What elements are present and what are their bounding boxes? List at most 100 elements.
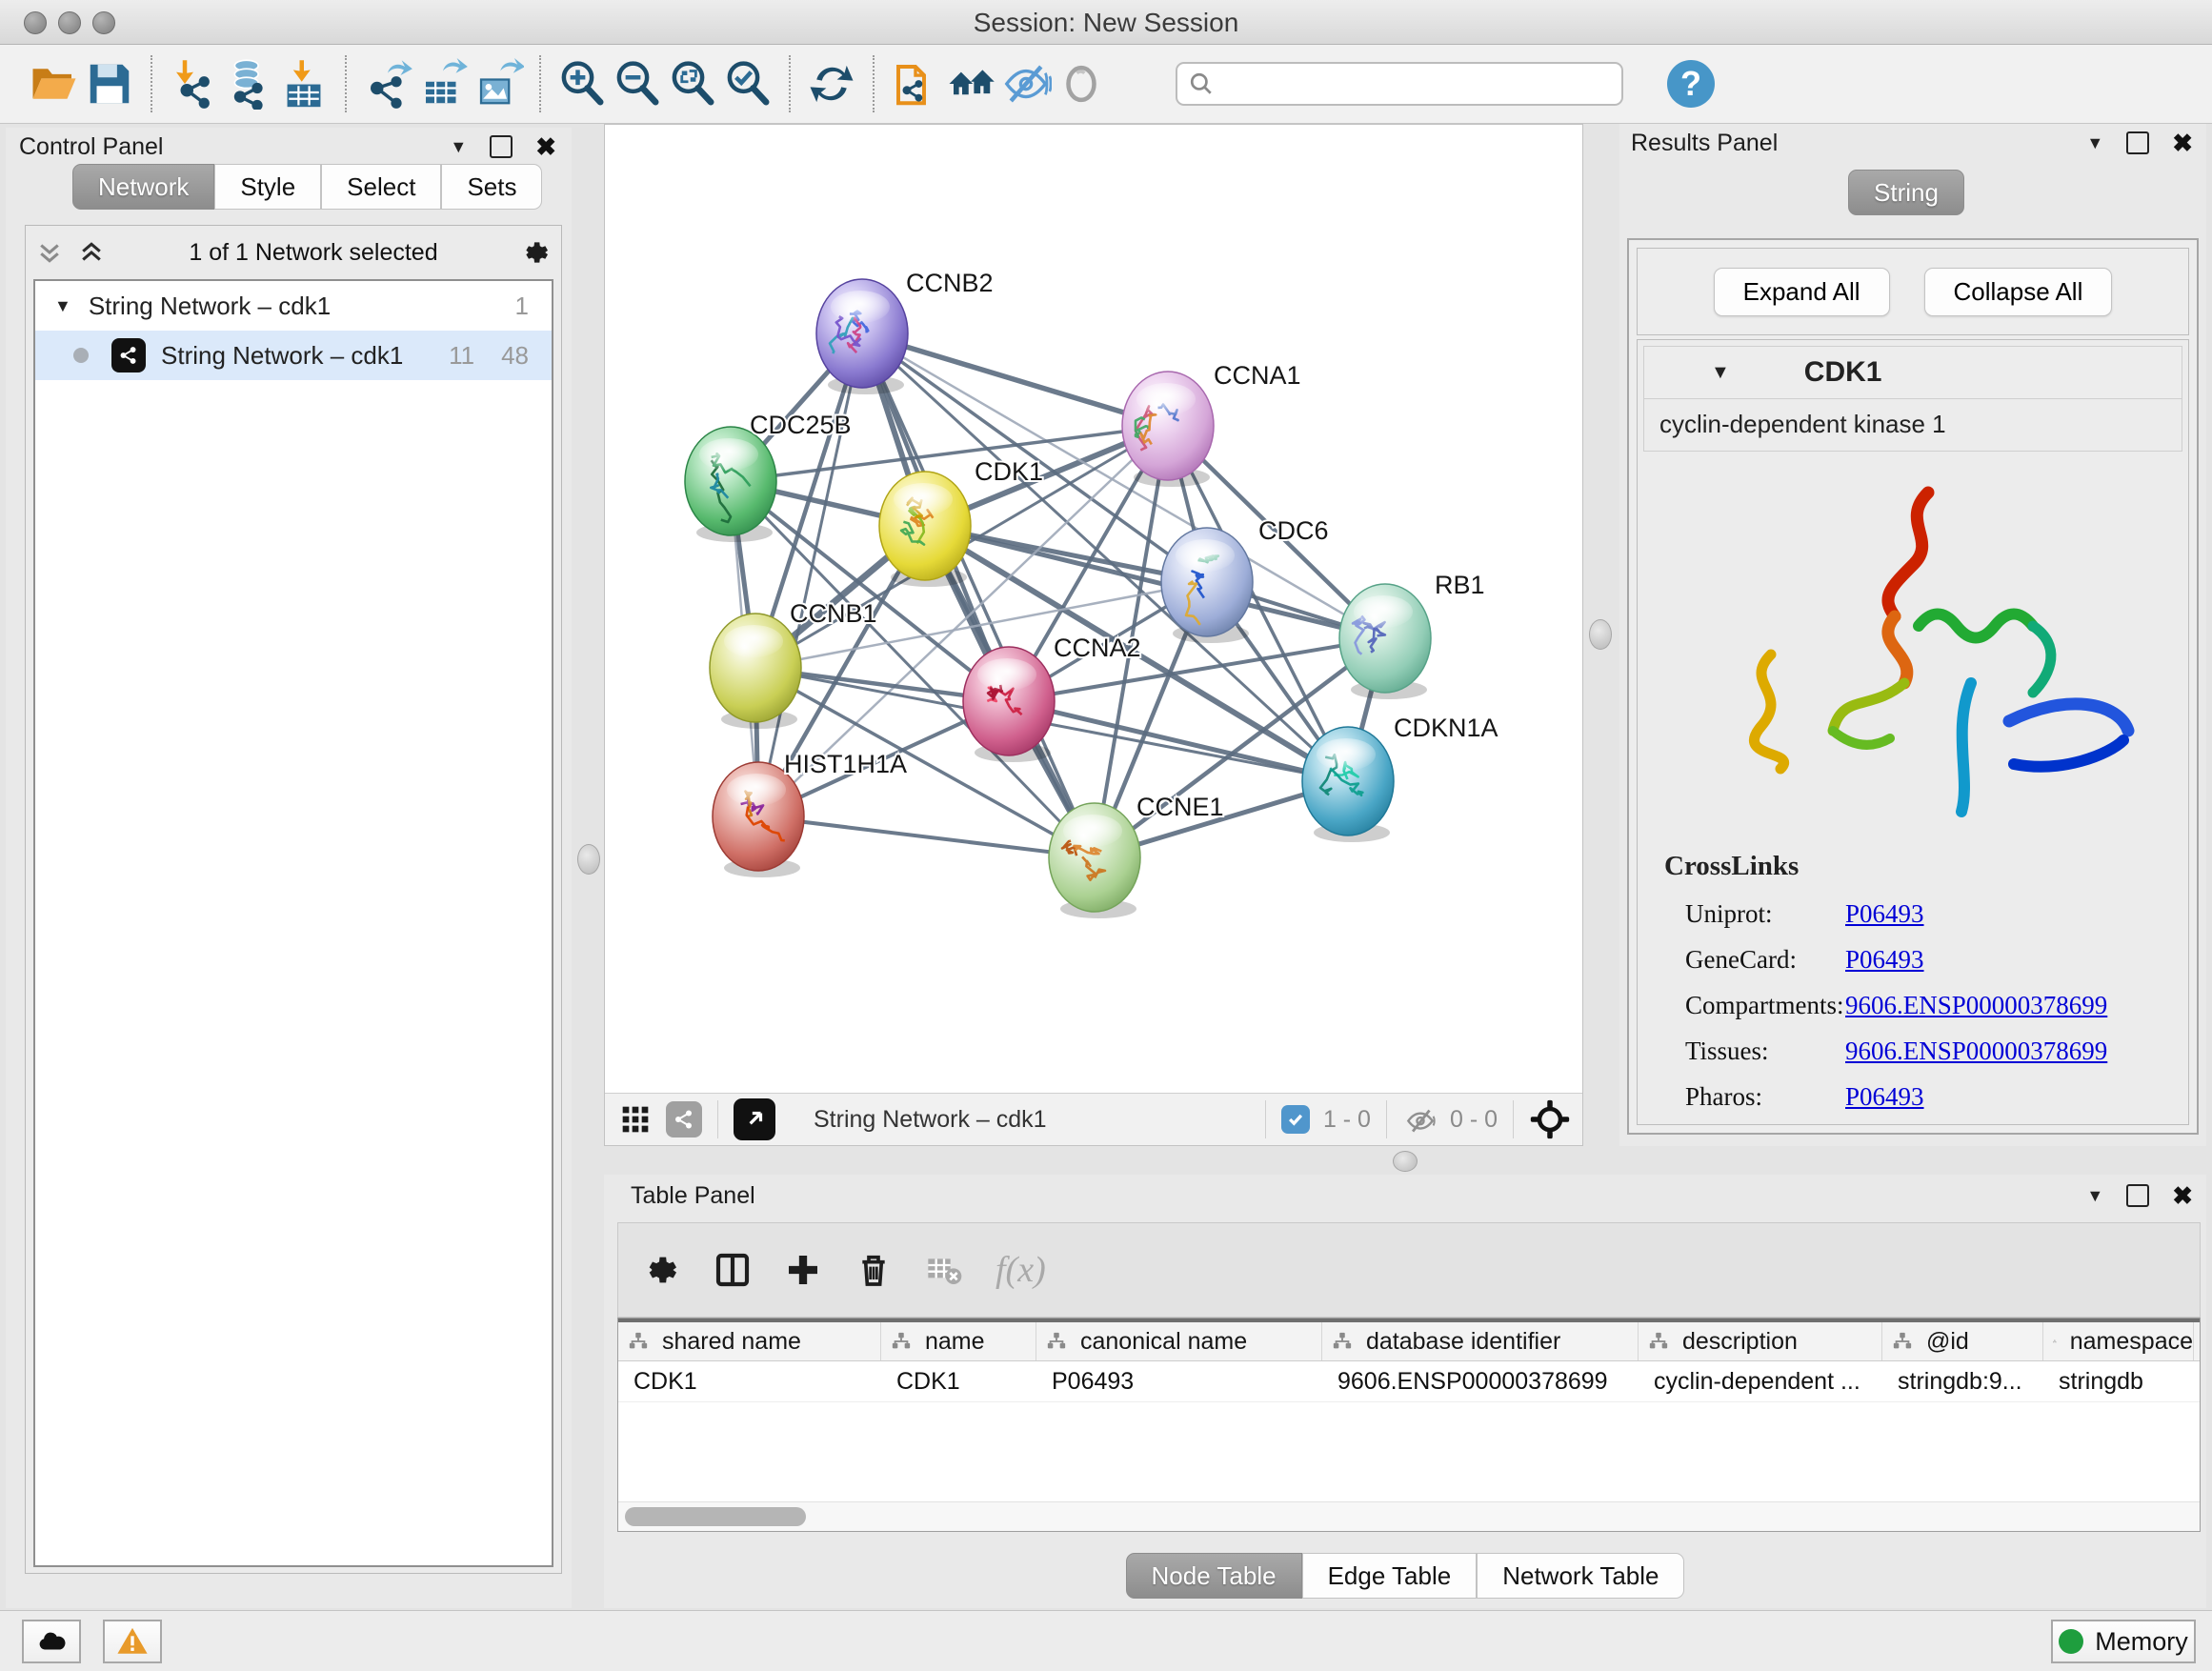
expand-all-icon[interactable] bbox=[77, 238, 106, 267]
grid-view-icon[interactable] bbox=[620, 1104, 651, 1135]
crosslink-pharos-link[interactable]: P06493 bbox=[1845, 1082, 1924, 1112]
selected-nodes-checkbox-icon[interactable] bbox=[1281, 1105, 1310, 1134]
zoom-in-icon[interactable] bbox=[554, 55, 610, 112]
collapse-all-button[interactable]: Collapse All bbox=[1924, 268, 2113, 316]
network-row-selected[interactable]: String Network – cdk1 11 48 bbox=[35, 331, 552, 380]
table-cell[interactable]: P06493 bbox=[1036, 1361, 1322, 1401]
table-panel-menu-icon[interactable]: ▼ bbox=[2086, 1186, 2103, 1206]
column-header-canonical-name[interactable]: canonical name bbox=[1036, 1322, 1322, 1360]
network-node-CDC25B[interactable] bbox=[685, 427, 776, 542]
home-pages-icon[interactable] bbox=[943, 55, 998, 112]
delete-column-trash-icon[interactable] bbox=[855, 1251, 893, 1289]
crosslink-tissues-link[interactable]: 9606.ENSP00000378699 bbox=[1845, 1037, 2107, 1066]
table-cell[interactable]: CDK1 bbox=[881, 1361, 1036, 1401]
add-column-icon[interactable] bbox=[784, 1251, 822, 1289]
bottom-splitter-handle[interactable] bbox=[1393, 1151, 1418, 1172]
table-row[interactable]: CDK1CDK1P064939606.ENSP00000378699cyclin… bbox=[618, 1361, 2200, 1402]
fit-content-crosshair-icon[interactable] bbox=[1529, 1098, 1571, 1140]
column-header-namespace[interactable]: namespace bbox=[2043, 1322, 2194, 1360]
network-node-RB1[interactable] bbox=[1339, 584, 1431, 699]
control-panel-float-icon[interactable] bbox=[490, 135, 513, 158]
column-header-name[interactable]: name bbox=[881, 1322, 1036, 1360]
zoom-fit-icon[interactable] bbox=[665, 55, 720, 112]
tree-expander-icon[interactable]: ▼ bbox=[54, 296, 71, 316]
table-cell[interactable]: stringdb:9... bbox=[1882, 1361, 2043, 1401]
export-table-icon[interactable] bbox=[415, 55, 471, 112]
import-table-file-icon[interactable] bbox=[276, 55, 332, 112]
export-image-icon[interactable] bbox=[471, 55, 526, 112]
tab-style[interactable]: Style bbox=[214, 164, 321, 210]
memory-button[interactable]: Memory bbox=[2051, 1620, 2196, 1663]
results-panel-close-icon[interactable]: ✖ bbox=[2172, 133, 2193, 152]
network-node-CCNB2[interactable] bbox=[816, 279, 908, 394]
tab-select[interactable]: Select bbox=[321, 164, 441, 210]
collapse-all-icon[interactable] bbox=[35, 238, 64, 267]
import-network-database-icon[interactable] bbox=[221, 55, 276, 112]
network-node-CCNE1[interactable] bbox=[1049, 803, 1140, 918]
import-network-file-icon[interactable] bbox=[166, 55, 221, 112]
left-splitter-handle[interactable] bbox=[577, 844, 600, 875]
table-cell[interactable]: 9606.ENSP00000378699 bbox=[1322, 1361, 1639, 1401]
help-button[interactable]: ? bbox=[1667, 60, 1715, 108]
results-panel-float-icon[interactable] bbox=[2126, 131, 2149, 154]
network-row-label: String Network – cdk1 bbox=[161, 341, 403, 371]
tab-network[interactable]: Network bbox=[72, 164, 214, 210]
table-panel-close-icon[interactable]: ✖ bbox=[2172, 1186, 2193, 1205]
tab-edge-table[interactable]: Edge Table bbox=[1302, 1553, 1478, 1599]
network-node-HIST1H1A[interactable] bbox=[713, 762, 804, 877]
right-splitter-handle[interactable] bbox=[1589, 619, 1612, 650]
export-network-icon[interactable] bbox=[360, 55, 415, 112]
column-header-description[interactable]: description bbox=[1639, 1322, 1882, 1360]
network-node-CCNA2[interactable] bbox=[963, 647, 1055, 762]
results-panel-menu-icon[interactable]: ▼ bbox=[2086, 133, 2103, 153]
protein-header-row[interactable]: ▼ CDK1 bbox=[1643, 346, 2182, 399]
network-edge-CCNB2-CCNA1[interactable] bbox=[862, 333, 1168, 426]
show-panel-eye-icon[interactable] bbox=[1054, 55, 1109, 112]
table-cell[interactable]: CDK1 bbox=[618, 1361, 881, 1401]
table-cell[interactable]: cyclin-dependent ... bbox=[1639, 1361, 1882, 1401]
refresh-layout-icon[interactable] bbox=[804, 55, 859, 112]
birds-eye-view-icon[interactable] bbox=[734, 1098, 775, 1140]
table-panel-float-icon[interactable] bbox=[2126, 1184, 2149, 1207]
cloud-icon bbox=[35, 1625, 68, 1658]
tab-string[interactable]: String bbox=[1848, 170, 1964, 215]
crosslink-label: GeneCard: bbox=[1685, 945, 1845, 975]
control-panel-close-icon[interactable]: ✖ bbox=[535, 137, 556, 156]
crosslink-uniprot-link[interactable]: P06493 bbox=[1845, 899, 1924, 929]
tab-network-table[interactable]: Network Table bbox=[1477, 1553, 1684, 1599]
crosslink-genecard-link[interactable]: P06493 bbox=[1845, 945, 1924, 975]
zoom-selected-icon[interactable] bbox=[720, 55, 775, 112]
tab-sets[interactable]: Sets bbox=[441, 164, 542, 210]
open-session-icon[interactable] bbox=[27, 55, 82, 112]
table-options-gear-icon[interactable] bbox=[643, 1251, 681, 1289]
save-session-icon[interactable] bbox=[82, 55, 137, 112]
network-options-gear-icon[interactable] bbox=[521, 237, 552, 268]
column-header-database-identifier[interactable]: database identifier bbox=[1322, 1322, 1639, 1360]
scrollbar-thumb[interactable] bbox=[625, 1507, 806, 1526]
network-collection-row[interactable]: ▼ String Network – cdk1 1 bbox=[35, 281, 552, 331]
network-edge-CCNA2-CDKN1A[interactable] bbox=[1009, 701, 1348, 781]
network-edge-HIST1H1A-CCNE1[interactable] bbox=[758, 816, 1095, 857]
string-document-icon[interactable] bbox=[888, 55, 943, 112]
network-edge-CCNB2-CCNE1[interactable] bbox=[862, 333, 1095, 857]
tab-node-table[interactable]: Node Table bbox=[1126, 1553, 1302, 1599]
column-header--id[interactable]: @id bbox=[1882, 1322, 2043, 1360]
table-cell[interactable]: stringdb bbox=[2043, 1361, 2194, 1401]
network-node-CDKN1A[interactable] bbox=[1302, 727, 1394, 842]
network-canvas[interactable]: CCNB2CCNA1CDC25BCDK1CDC6RB1CCNB1CCNA2CDK… bbox=[605, 125, 1582, 1093]
network-node-CCNA1[interactable] bbox=[1122, 372, 1214, 487]
show-columns-icon[interactable] bbox=[714, 1251, 752, 1289]
zoom-out-icon[interactable] bbox=[610, 55, 665, 112]
hide-panel-eye-icon[interactable] bbox=[998, 55, 1054, 112]
network-node-CCNB1[interactable] bbox=[710, 614, 801, 729]
network-share-icon[interactable] bbox=[666, 1101, 702, 1137]
control-panel-menu-icon[interactable]: ▼ bbox=[450, 137, 467, 157]
expand-all-button[interactable]: Expand All bbox=[1714, 268, 1890, 316]
protein-expander-icon[interactable]: ▼ bbox=[1711, 362, 1730, 384]
column-header-shared-name[interactable]: shared name bbox=[618, 1322, 881, 1360]
cloud-status-button[interactable] bbox=[22, 1620, 81, 1663]
warning-status-button[interactable] bbox=[103, 1620, 162, 1663]
crosslink-compartments-link[interactable]: 9606.ENSP00000378699 bbox=[1845, 991, 2107, 1020]
search-input[interactable] bbox=[1223, 70, 1610, 98]
table-horizontal-scrollbar[interactable] bbox=[618, 1501, 2200, 1531]
